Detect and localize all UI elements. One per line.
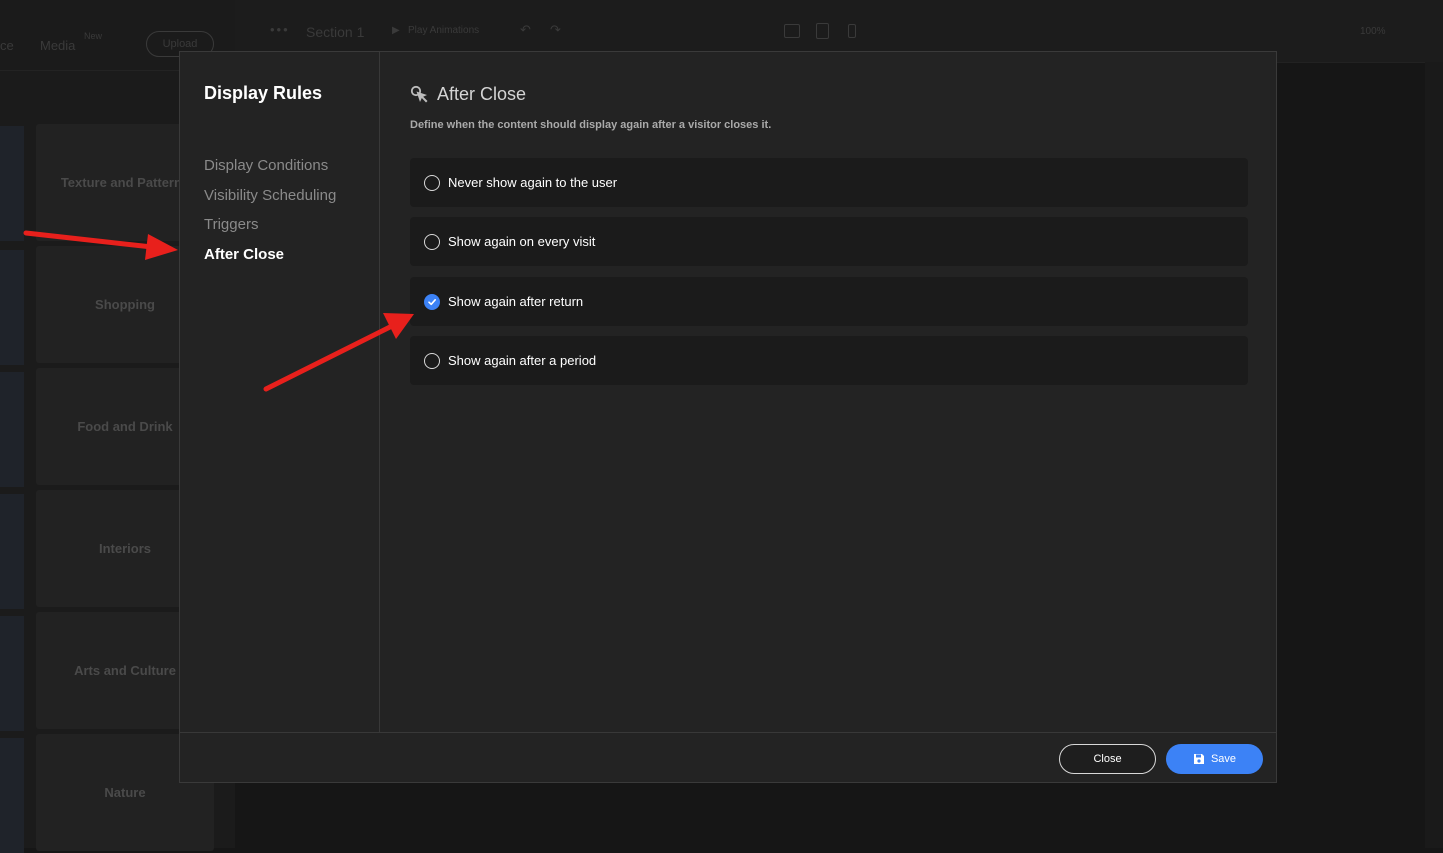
option-show-after-period[interactable]: Show again after a period [410, 336, 1248, 385]
bg-play-label: Play Animations [408, 25, 480, 36]
bg-strip [0, 738, 24, 853]
option-show-after-return[interactable]: Show again after return [410, 277, 1248, 326]
modal-content: After Close Define when the content shou… [380, 52, 1276, 732]
bg-tab-label: ce [0, 38, 14, 53]
bg-category-label: Nature [104, 784, 146, 800]
save-button[interactable]: Save [1166, 744, 1263, 774]
option-label: Never show again to the user [448, 175, 618, 190]
bg-undo-icon: ↶ [520, 22, 531, 37]
section-title: After Close [437, 84, 527, 104]
modal-nav: Display Conditions Visibility Scheduling… [204, 156, 336, 274]
display-rules-modal: Display Rules Display Conditions Visibil… [179, 51, 1277, 783]
background-right-panel [1425, 62, 1443, 848]
bg-play-icon: ▶ [392, 25, 400, 36]
radio-checked-icon[interactable] [424, 293, 440, 310]
close-button[interactable]: Close [1059, 744, 1156, 774]
nav-item-triggers[interactable]: Triggers [204, 215, 336, 245]
bg-mobile-icon [848, 24, 856, 38]
option-show-every-visit[interactable]: Show again on every visit [410, 217, 1248, 266]
bg-strip [0, 372, 24, 487]
option-label: Show again after a period [448, 353, 597, 368]
modal-title: Display Rules [204, 83, 323, 103]
checkmark-icon [428, 298, 436, 305]
modal-sidebar: Display Rules Display Conditions Visibil… [180, 52, 380, 732]
bg-new-badge: New [84, 31, 103, 41]
save-label: Save [1210, 753, 1237, 765]
bg-strip [0, 126, 24, 241]
bg-zoom-label: 100% [1360, 26, 1386, 37]
cursor-click-icon [410, 85, 428, 102]
option-never-show-again[interactable]: Never show again to the user [410, 158, 1248, 207]
nav-item-display-conditions[interactable]: Display Conditions [204, 156, 336, 186]
radio-icon[interactable] [424, 174, 440, 191]
modal-footer: Close Save [180, 732, 1276, 782]
nav-item-visibility-scheduling[interactable]: Visibility Scheduling [204, 186, 336, 216]
bg-desktop-icon [784, 24, 800, 38]
option-label: Show again on every visit [448, 234, 596, 249]
bg-redo-icon: ↷ [550, 22, 561, 37]
bg-dots-icon: ••• [270, 22, 290, 37]
radio-icon[interactable] [424, 352, 440, 369]
bg-strip [0, 616, 24, 731]
radio-icon[interactable] [424, 233, 440, 250]
bg-tablet-icon [816, 23, 829, 39]
section-description: Define when the content should display a… [410, 119, 772, 131]
nav-item-after-close[interactable]: After Close [204, 245, 336, 275]
bg-strip [0, 250, 24, 365]
section-header: After Close [410, 84, 526, 105]
bg-section-label: Section 1 [306, 24, 365, 40]
bg-strip [0, 494, 24, 609]
option-label: Show again after return [448, 294, 584, 309]
bg-tab-media: Media [40, 38, 76, 53]
floppy-disk-icon [1193, 754, 1204, 764]
